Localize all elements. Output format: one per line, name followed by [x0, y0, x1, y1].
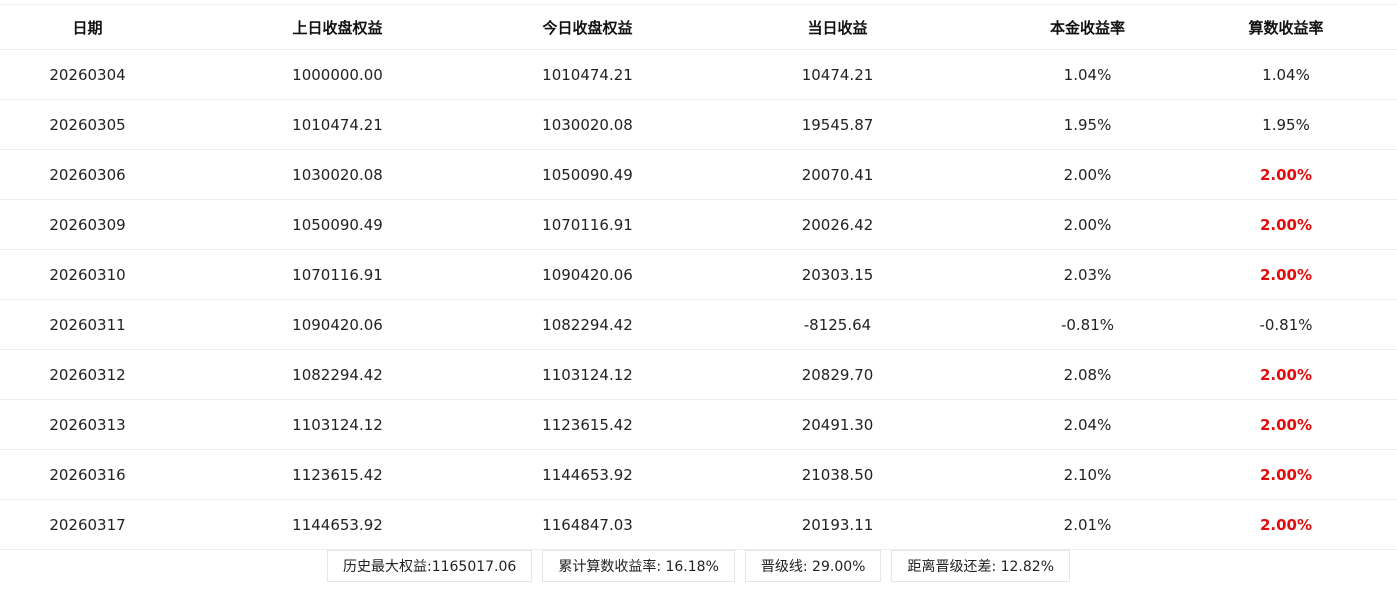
cell-daily-profit: 21038.50 [801, 465, 874, 484]
table-row: 20260306 1030020.08 1050090.49 20070.41 2.00… [0, 150, 1397, 200]
column-header-calc-rate: 算数收益率 [1248, 18, 1324, 37]
cell-principal-rate: 2.10% [1063, 465, 1112, 484]
cell-prev-equity: 1090420.06 [292, 315, 383, 334]
cell-daily-profit: 20303.15 [801, 265, 874, 284]
cell-date: 20260309 [49, 215, 126, 234]
cell-prev-equity: 1082294.42 [292, 365, 383, 384]
cell-calc-rate: 2.00% [1259, 215, 1313, 234]
cell-prev-equity: 1144653.92 [292, 515, 383, 534]
cell-today-equity: 1123615.42 [542, 415, 633, 434]
cell-date: 20260313 [49, 415, 126, 434]
table-header: 日期 上日收盘权益 今日收盘权益 当日收益 本金收益率 算数收益率 [0, 4, 1397, 50]
cell-daily-profit: 20026.42 [801, 215, 874, 234]
cell-date: 20260316 [49, 465, 126, 484]
cell-daily-profit: 20491.30 [801, 415, 874, 434]
cell-today-equity: 1050090.49 [542, 165, 633, 184]
cumulative-rate-chip: 累计算数收益率: 16.18% [542, 550, 735, 582]
cell-today-equity: 1010474.21 [542, 65, 633, 84]
cell-calc-rate: 2.00% [1259, 465, 1313, 484]
cell-calc-rate: 2.00% [1259, 515, 1313, 534]
cell-date: 20260305 [49, 115, 126, 134]
table-row: 20260317 1144653.92 1164847.03 20193.11 2.01… [0, 500, 1397, 550]
cell-daily-profit: -8125.64 [803, 315, 872, 334]
cell-daily-profit: 20193.11 [801, 515, 874, 534]
cell-principal-rate: 2.01% [1063, 515, 1112, 534]
cell-daily-profit: 20829.70 [801, 365, 874, 384]
cell-date: 20260317 [49, 515, 126, 534]
cell-today-equity: 1030020.08 [542, 115, 633, 134]
table-row: 20260309 1050090.49 1070116.91 20026.42 2.00… [0, 200, 1397, 250]
cell-daily-profit: 19545.87 [801, 115, 874, 134]
cell-principal-rate: 2.04% [1063, 415, 1112, 434]
cell-daily-profit: 10474.21 [801, 65, 874, 84]
cell-calc-rate: 2.00% [1259, 165, 1313, 184]
cell-today-equity: 1082294.42 [542, 315, 633, 334]
column-header-date: 日期 [72, 18, 103, 37]
table-row: 20260305 1010474.21 1030020.08 19545.87 1.95… [0, 100, 1397, 150]
table-row: 20260311 1090420.06 1082294.42 -8125.64 -0.8… [0, 300, 1397, 350]
promotion-line-chip: 晋级线: 29.00% [744, 550, 882, 582]
cell-calc-rate: -0.81% [1259, 315, 1313, 334]
table-row: 20260313 1103124.12 1123615.42 20491.30 2.04… [0, 400, 1397, 450]
cell-prev-equity: 1000000.00 [292, 65, 383, 84]
cell-prev-equity: 1050090.49 [292, 215, 383, 234]
cell-calc-rate: 1.95% [1262, 115, 1310, 134]
summary-bar: 历史最大权益:1165017.06 累计算数收益率: 16.18% 晋级线: 2… [0, 550, 1397, 582]
cell-today-equity: 1103124.12 [542, 365, 633, 384]
cell-today-equity: 1144653.92 [542, 465, 633, 484]
equity-table: 日期 上日收盘权益 今日收盘权益 当日收益 本金收益率 算数收益率 202603… [0, 4, 1397, 550]
cell-prev-equity: 1010474.21 [292, 115, 383, 134]
table-row: 20260312 1082294.42 1103124.12 20829.70 2.08… [0, 350, 1397, 400]
cell-calc-rate: 2.00% [1259, 365, 1313, 384]
cell-date: 20260311 [49, 315, 126, 334]
cell-principal-rate: -0.81% [1060, 315, 1115, 334]
cell-date: 20260312 [49, 365, 126, 384]
column-header-today-equity: 今日收盘权益 [542, 18, 633, 37]
table-body: 20260304 1000000.00 1010474.21 10474.21 1.04… [0, 50, 1397, 550]
cell-principal-rate: 2.00% [1063, 215, 1112, 234]
cell-today-equity: 1090420.06 [542, 265, 633, 284]
cell-principal-rate: 2.08% [1063, 365, 1112, 384]
cell-principal-rate: 2.03% [1063, 265, 1112, 284]
cell-calc-rate: 2.00% [1259, 265, 1313, 284]
cell-date: 20260304 [49, 65, 126, 84]
cell-date: 20260306 [49, 165, 126, 184]
cell-today-equity: 1164847.03 [542, 515, 633, 534]
gap-to-promotion-chip: 距离晋级还差: 12.82% [891, 550, 1071, 582]
table-row: 20260304 1000000.00 1010474.21 10474.21 1.04… [0, 50, 1397, 100]
cell-principal-rate: 2.00% [1063, 165, 1112, 184]
cell-today-equity: 1070116.91 [542, 215, 633, 234]
cell-prev-equity: 1123615.42 [292, 465, 383, 484]
cell-date: 20260310 [49, 265, 126, 284]
column-header-daily-profit: 当日收益 [807, 18, 868, 37]
cell-prev-equity: 1103124.12 [292, 415, 383, 434]
cell-calc-rate: 1.04% [1262, 65, 1310, 84]
cell-daily-profit: 20070.41 [801, 165, 874, 184]
column-header-principal-rate: 本金收益率 [1049, 18, 1125, 37]
cell-calc-rate: 2.00% [1259, 415, 1313, 434]
cell-principal-rate: 1.04% [1063, 65, 1112, 84]
table-row: 20260316 1123615.42 1144653.92 21038.50 2.10… [0, 450, 1397, 500]
table-row: 20260310 1070116.91 1090420.06 20303.15 2.03… [0, 250, 1397, 300]
max-equity-chip: 历史最大权益:1165017.06 [326, 550, 533, 582]
cell-prev-equity: 1070116.91 [292, 265, 383, 284]
cell-prev-equity: 1030020.08 [292, 165, 383, 184]
column-header-prev-equity: 上日收盘权益 [292, 18, 383, 37]
cell-principal-rate: 1.95% [1063, 115, 1112, 134]
